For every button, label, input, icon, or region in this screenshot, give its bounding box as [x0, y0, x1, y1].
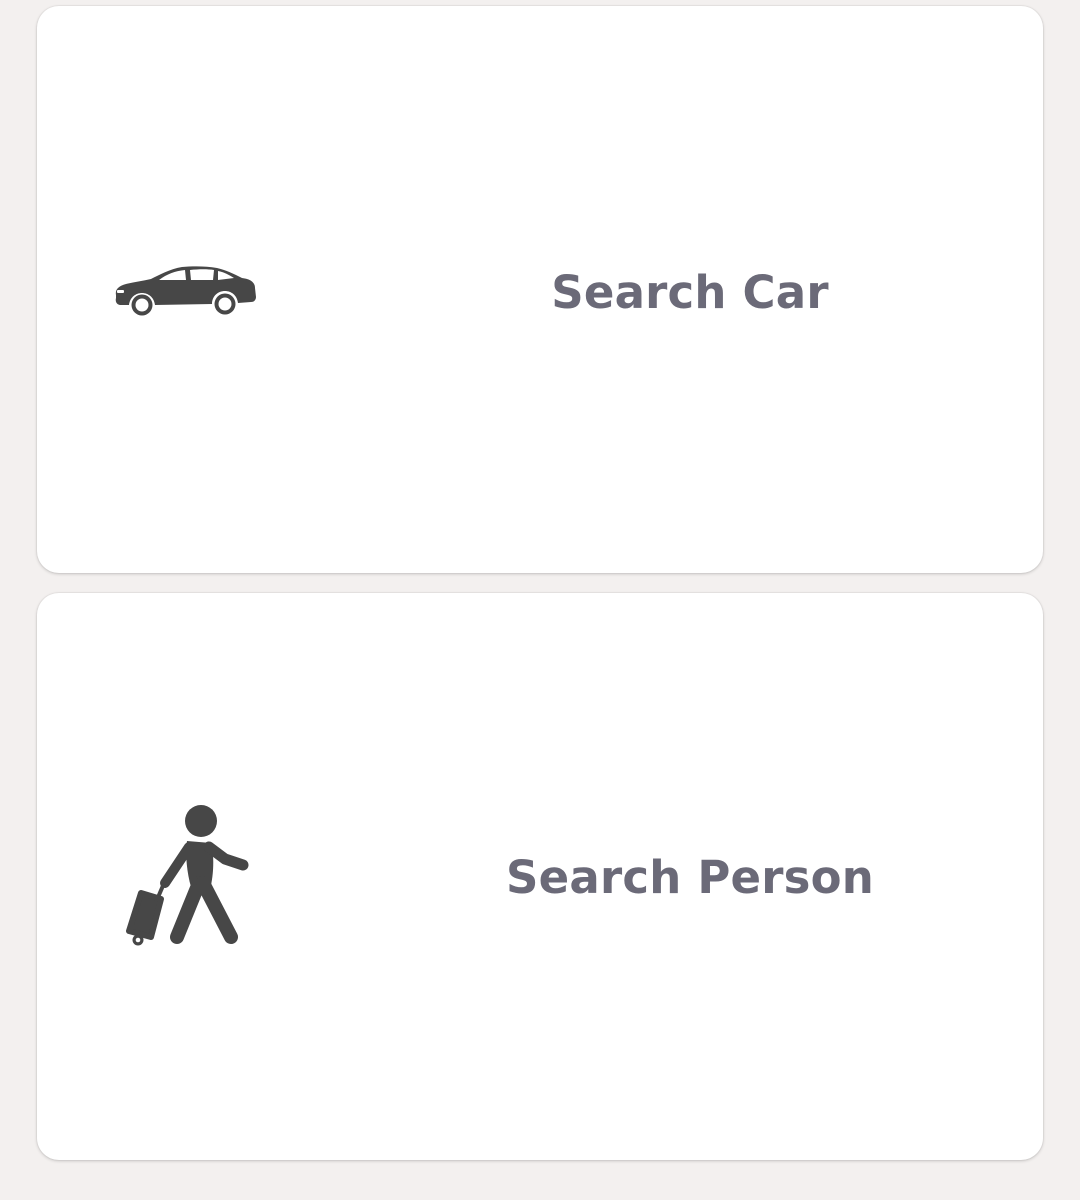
traveler-with-luggage-icon	[126, 805, 249, 946]
search-person-label: Search Person	[506, 851, 874, 904]
search-car-label: Search Car	[551, 266, 829, 319]
car-icon	[115, 266, 256, 316]
search-car-card[interactable]: Search Car	[37, 6, 1043, 573]
search-person-card[interactable]: Search Person	[37, 593, 1043, 1160]
